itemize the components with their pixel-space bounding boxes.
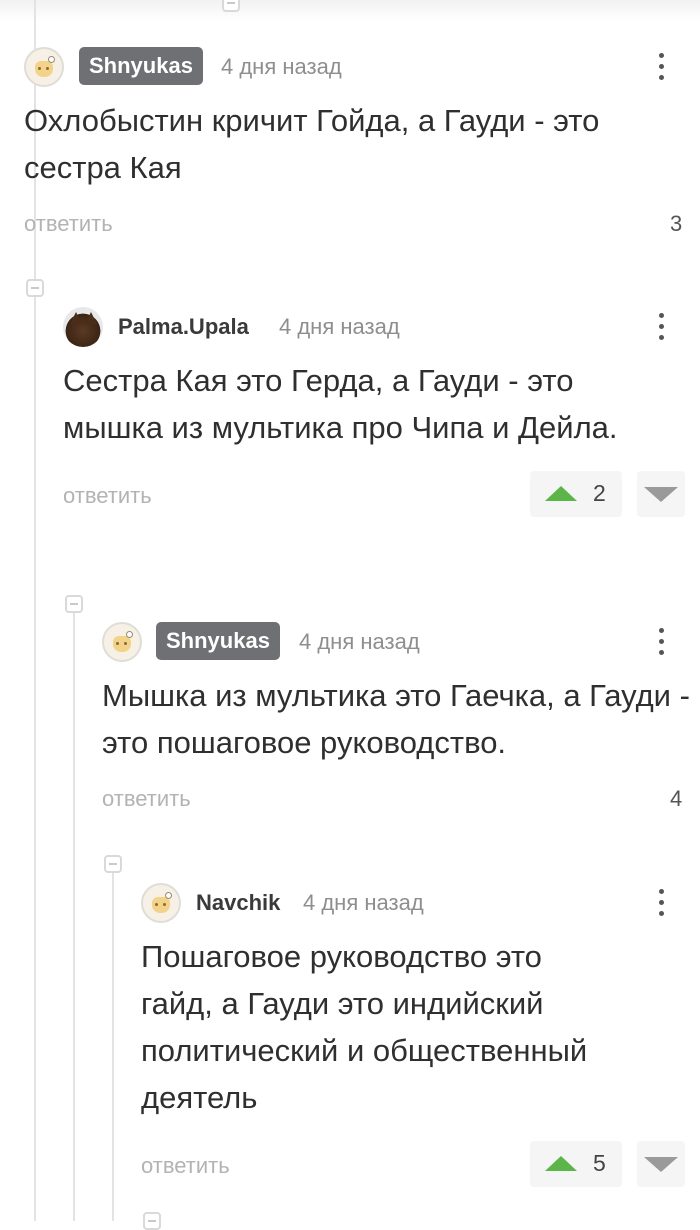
avatar[interactable] <box>141 883 181 923</box>
collapse-icon[interactable] <box>26 279 44 297</box>
comment-score: 4 <box>670 786 683 811</box>
comment: Shnyukas 4 дня назад Охлобыстин кричит Г… <box>24 47 684 259</box>
username-badge[interactable]: Shnyukas <box>79 47 203 85</box>
comment: Palma.Upala 4 дня назад Сестра Кая это Г… <box>63 307 687 519</box>
arrow-up-icon <box>545 486 577 501</box>
comment-text: Мышка из мультика это Гаечка, а Гауди - … <box>102 678 690 760</box>
comment-header: Shnyukas 4 дня назад <box>102 622 692 662</box>
comment-footer: ответить 4 <box>102 786 692 834</box>
username[interactable]: Palma.Upala <box>118 314 249 340</box>
comment: Navchik 4 дня назад Пошаговое руководств… <box>141 883 687 1189</box>
more-vertical-icon[interactable] <box>651 309 671 345</box>
more-vertical-icon[interactable] <box>651 49 671 85</box>
username[interactable]: Navchik <box>196 890 280 916</box>
comment-header: Navchik 4 дня назад <box>141 883 687 923</box>
comment-header: Palma.Upala 4 дня назад <box>63 307 687 347</box>
arrow-down-icon <box>644 487 678 502</box>
comment-footer: ответить 3 <box>24 211 684 259</box>
username-badge[interactable]: Shnyukas <box>156 622 280 660</box>
reply-button[interactable]: ответить <box>102 786 191 812</box>
arrow-up-icon <box>545 1156 577 1171</box>
more-vertical-icon[interactable] <box>651 885 671 921</box>
collapse-icon[interactable] <box>222 0 240 12</box>
comment-time: 4 дня назад <box>303 890 424 915</box>
comment: Shnyukas 4 дня назад Мышка из мультика э… <box>102 622 692 834</box>
avatar[interactable] <box>24 47 64 87</box>
comment-header: Shnyukas 4 дня назад <box>24 47 684 87</box>
comment-time: 4 дня назад <box>221 54 342 79</box>
thread-line-level-3 <box>112 872 114 1221</box>
reply-button[interactable]: ответить <box>141 1153 230 1179</box>
avatar[interactable] <box>102 622 142 662</box>
comment-footer: ответить 5 <box>141 1141 687 1189</box>
vote-count: 2 <box>593 480 606 506</box>
comment-footer: ответить 2 <box>63 471 687 519</box>
more-vertical-icon[interactable] <box>651 624 671 660</box>
collapse-icon[interactable] <box>143 1212 161 1230</box>
comment-score: 3 <box>670 211 683 236</box>
arrow-down-icon <box>644 1157 678 1172</box>
reply-button[interactable]: ответить <box>24 211 113 237</box>
upvote-button[interactable]: 2 <box>530 471 622 517</box>
comment-time: 4 дня назад <box>299 629 420 654</box>
top-fade <box>0 0 700 22</box>
collapse-icon[interactable] <box>104 855 122 873</box>
downvote-button[interactable] <box>637 1141 685 1187</box>
reply-button[interactable]: ответить <box>63 483 152 509</box>
comment-text: Пошаговое руководство это гайд, а Гауди … <box>141 939 588 1115</box>
comment-text: Сестра Кая это Герда, а Гауди - это мышк… <box>63 363 618 445</box>
thread-line-level-2 <box>73 612 75 1221</box>
upvote-button[interactable]: 5 <box>530 1141 622 1187</box>
comment-time: 4 дня назад <box>279 314 400 339</box>
avatar[interactable] <box>63 307 103 347</box>
downvote-button[interactable] <box>637 471 685 517</box>
vote-count: 5 <box>593 1150 606 1176</box>
collapse-icon[interactable] <box>65 595 83 613</box>
comment-text: Охлобыстин кричит Гойда, а Гауди - это с… <box>24 103 600 185</box>
